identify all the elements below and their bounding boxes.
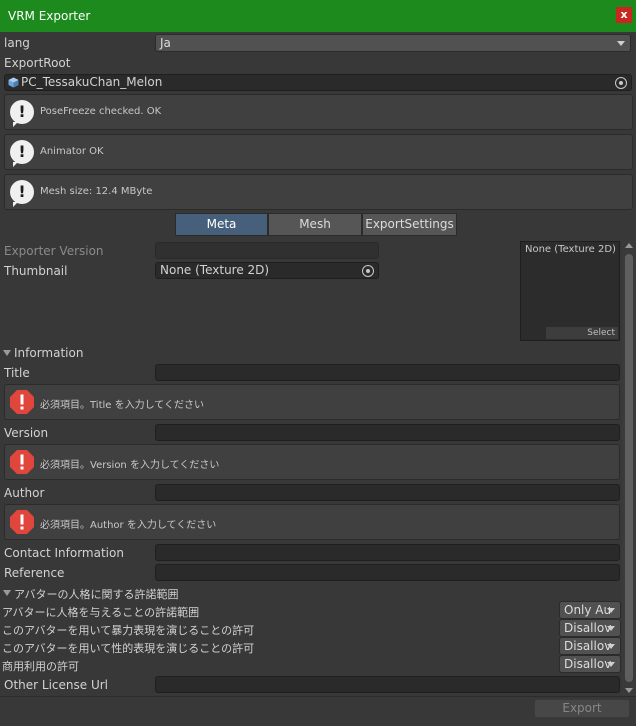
tab-mesh[interactable]: Mesh [268, 213, 362, 236]
window-titlebar: VRM Exporter x [0, 0, 636, 32]
close-button[interactable]: x [616, 7, 632, 23]
footer-divider [0, 696, 636, 697]
chevron-down-icon [607, 626, 615, 631]
error-icon [10, 510, 34, 534]
permission-label-violence: このアバターを用いて暴力表現を演じることの許可 [2, 624, 255, 637]
validation-message: ! Animator OK [4, 134, 633, 170]
vertical-scrollbar[interactable] [622, 240, 635, 696]
permission-value: Disallov [564, 621, 612, 635]
error-icon [10, 450, 34, 474]
tab-export-settings[interactable]: ExportSettings [362, 213, 457, 236]
other-license-url-label: Other License Url [4, 678, 108, 692]
exporter-version-label: Exporter Version [4, 244, 104, 258]
permission-value: Only Au [564, 603, 612, 617]
title-input[interactable] [155, 364, 620, 381]
scrollbar-thumb[interactable] [625, 254, 633, 682]
permission-label-personation: アバターに人格を与えることの許諾範囲 [2, 606, 200, 619]
version-input[interactable] [155, 424, 620, 441]
title-error-text: 必須項目。Title を入力してください [40, 400, 205, 411]
author-error-box: 必須項目。Author を入力してください [4, 504, 620, 540]
author-error-text: 必須項目。Author を入力してください [40, 520, 217, 531]
contact-information-input[interactable] [155, 544, 620, 561]
permission-value: Disallov [564, 639, 612, 653]
version-error-box: 必須項目。Version を入力してください [4, 444, 620, 480]
chevron-down-icon [607, 608, 615, 613]
author-input[interactable] [155, 484, 620, 501]
reference-label: Reference [4, 566, 65, 580]
validation-message: ! PoseFreeze checked. OK [4, 94, 633, 130]
lang-label: lang [4, 36, 30, 50]
validation-text: Animator OK [40, 146, 104, 157]
permission-value: Disallov [564, 657, 612, 671]
thumbnail-field[interactable]: None (Texture 2D) [155, 262, 379, 279]
thumbnail-preview[interactable]: None (Texture 2D) Select [520, 241, 620, 341]
permission-dropdown-violence[interactable]: Disallov [559, 619, 621, 637]
exporter-version-field [155, 242, 379, 259]
chevron-down-icon [617, 41, 625, 46]
tab-meta[interactable]: Meta [175, 213, 268, 236]
permission-dropdown-personation[interactable]: Only Au [559, 601, 621, 619]
info-icon: ! [10, 140, 34, 167]
window-title: VRM Exporter [8, 9, 91, 23]
permission-dropdown-sexual[interactable]: Disallov [559, 637, 621, 655]
permission-label-commercial: 商用利用の許可 [2, 660, 79, 673]
object-picker-icon[interactable] [362, 265, 374, 277]
scroll-up-icon[interactable] [625, 243, 633, 248]
permission-label-sexual: このアバターを用いて性的表現を演じることの許可 [2, 642, 255, 655]
permission-dropdown-commercial[interactable]: Disallov [559, 655, 621, 673]
object-picker-icon[interactable] [615, 77, 627, 89]
title-label: Title [4, 366, 30, 380]
error-icon [10, 390, 34, 414]
permissions-header[interactable]: アバターの人格に関する許諾範囲 [14, 586, 179, 602]
thumbnail-select-button[interactable]: Select [546, 327, 618, 339]
thumbnail-label: Thumbnail [4, 264, 68, 278]
reference-input[interactable] [155, 564, 620, 581]
title-error-box: 必須項目。Title を入力してください [4, 384, 620, 420]
lang-value: Ja [160, 36, 171, 50]
foldout-arrow-icon[interactable] [3, 350, 11, 356]
version-error-text: 必須項目。Version を入力してください [40, 460, 220, 471]
thumbnail-value: None (Texture 2D) [160, 263, 270, 277]
export-button[interactable]: Export [534, 699, 630, 718]
lang-dropdown[interactable]: Ja [155, 34, 631, 52]
thumbnail-preview-caption: None (Texture 2D) [525, 244, 616, 255]
prefab-icon [8, 77, 19, 88]
info-icon: ! [10, 100, 34, 127]
foldout-arrow-icon[interactable] [3, 590, 11, 596]
validation-text: Mesh size: 12.4 MByte [40, 186, 153, 197]
other-license-url-input[interactable] [155, 676, 620, 693]
validation-message: ! Mesh size: 12.4 MByte [4, 174, 633, 210]
version-label: Version [4, 426, 49, 440]
contact-information-label: Contact Information [4, 546, 124, 560]
info-icon: ! [10, 180, 34, 207]
export-root-field[interactable]: PC_TessakuChan_Melon [4, 74, 632, 91]
chevron-down-icon [607, 644, 615, 649]
validation-text: PoseFreeze checked. OK [40, 106, 162, 117]
scroll-down-icon[interactable] [625, 688, 633, 693]
tab-bar: Meta Mesh ExportSettings [175, 213, 457, 236]
export-root-label: ExportRoot [4, 56, 71, 70]
information-header[interactable]: Information [14, 346, 83, 360]
export-root-value: PC_TessakuChan_Melon [21, 75, 163, 89]
author-label: Author [4, 486, 45, 500]
chevron-down-icon [607, 662, 615, 667]
